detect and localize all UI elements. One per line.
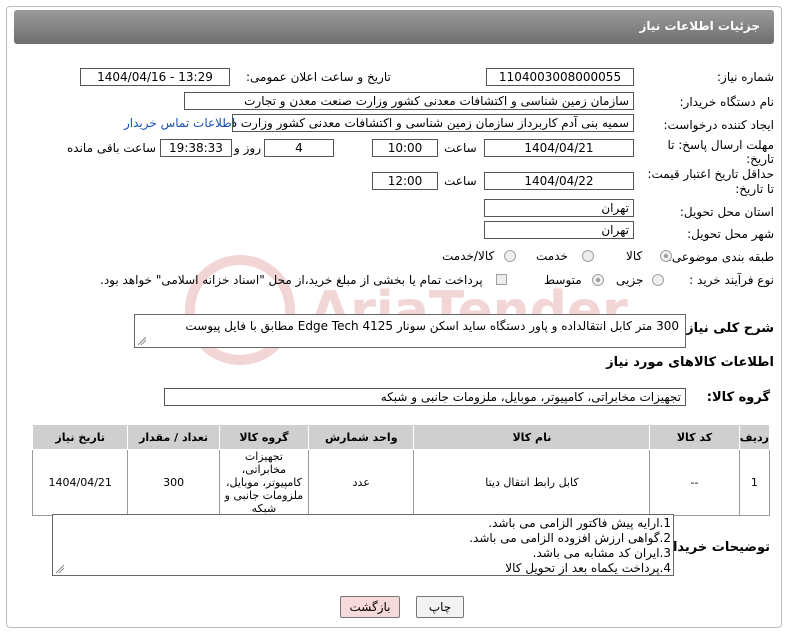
cell-qty: 300 — [127, 449, 220, 516]
table-row: 1 -- کابل رابط انتقال دیتا عدد تجهیزات م… — [31, 449, 771, 516]
description-text: 300 متر کابل انتقالداده و پاور دستگاه سا… — [185, 319, 679, 333]
category-radio-goods-service[interactable] — [504, 250, 516, 262]
description-label: شرح کلی نیاز: — [680, 321, 774, 336]
col-code-header: کد کالا — [649, 424, 740, 450]
price-time-label: ساعت — [444, 174, 477, 188]
process-radio-medium[interactable] — [592, 274, 604, 286]
cell-code: -- — [649, 449, 740, 516]
need-number-label: شماره نیاز: — [717, 70, 774, 84]
print-button[interactable]: چاپ — [416, 596, 464, 618]
requester-label: ایجاد کننده درخواست: — [663, 118, 774, 132]
cell-unit: عدد — [308, 449, 415, 516]
deadline-date-field: 1404/04/21 — [484, 139, 634, 157]
price-validity-label-line2: تا تاریخ: — [735, 182, 774, 196]
treasury-checkbox[interactable] — [496, 274, 507, 285]
buyer-org-label: نام دستگاه خریدار: — [679, 95, 775, 109]
goods-section-heading: اطلاعات کالاهای مورد نیاز — [606, 355, 774, 370]
buyer-note-line: 4.پرداخت یکماه بعد از تحویل کالا — [505, 561, 671, 575]
resize-handle-icon[interactable] — [56, 565, 64, 573]
page-title: جزئیات اطلاعات نیاز — [639, 19, 760, 33]
goods-group-label: گروه کالا: — [706, 390, 770, 405]
buyer-note-line: 1.ارایه پیش فاکتور الزامی می باشد. — [488, 516, 671, 530]
days-label: روز و — [234, 141, 261, 155]
category-radio-service[interactable] — [582, 250, 594, 262]
table-header-row: ردیف کد کالا نام کالا واحد شمارش گروه کا… — [31, 424, 771, 450]
category-option-service: خدمت — [536, 249, 568, 263]
title-bar: جزئیات اطلاعات نیاز — [14, 10, 774, 44]
deadline-label-line2: تاریخ: — [746, 152, 774, 166]
city-field: تهران — [484, 221, 634, 239]
category-radio-goods[interactable] — [660, 250, 672, 262]
requester-field: سمیه بنی آدم کاربرداز سازمان زمین شناسی … — [232, 114, 634, 132]
deadline-time-label: ساعت — [444, 141, 477, 155]
cell-row: 1 — [738, 449, 771, 516]
province-field: تهران — [484, 199, 634, 217]
back-button[interactable]: بازگشت — [340, 596, 400, 618]
category-option-goods-service: کالا/خدمت — [442, 249, 495, 263]
goods-group-field: تجهیزات مخابراتی، کامپیوتر، موبایل، ملزو… — [164, 388, 686, 406]
col-row-header: ردیف — [738, 424, 771, 450]
price-date-field: 1404/04/22 — [484, 172, 634, 190]
buyer-org-field: سازمان زمین شناسی و اکتشافات معدنی کشور … — [184, 92, 634, 110]
buyer-notes-label: توضیحات خریدار: — [660, 540, 770, 555]
cell-group: تجهیزات مخابراتی، کامپیوتر، موبایل، ملزو… — [218, 449, 310, 516]
remaining-label: ساعت باقی مانده — [67, 141, 157, 155]
price-time-field: 12:00 — [372, 172, 438, 190]
col-group-header: گروه کالا — [218, 424, 310, 450]
buyer-notes-textarea[interactable]: 1.ارایه پیش فاکتور الزامی می باشد. 2.گوا… — [52, 514, 674, 576]
payment-note: پرداخت تمام یا بخشی از مبلغ خرید،از محل … — [100, 273, 483, 287]
announce-label: تاریخ و ساعت اعلان عمومی: — [246, 70, 391, 84]
need-number-field: 1104003008000055 — [486, 68, 634, 86]
buyer-notes-lines: 1.ارایه پیش فاکتور الزامی می باشد. 2.گوا… — [469, 516, 671, 576]
province-label: استان محل تحویل: — [679, 205, 774, 219]
buyer-note-line: 2.گواهی ارزش افزوده الزامی می باشد. — [469, 531, 671, 545]
resize-handle-icon[interactable] — [138, 337, 146, 345]
process-option-minor: جزیی — [616, 273, 644, 287]
cell-name: کابل رابط انتقال دیتا — [413, 449, 651, 516]
deadline-time-field: 10:00 — [372, 139, 438, 157]
goods-table: ردیف کد کالا نام کالا واحد شمارش گروه کا… — [31, 424, 771, 516]
days-field: 4 — [264, 139, 334, 157]
col-date-header: تاریخ نیاز — [31, 424, 129, 450]
announce-field: 1404/04/16 - 13:29 — [80, 68, 230, 86]
category-option-goods: کالا — [626, 249, 643, 263]
process-radio-minor[interactable] — [652, 274, 664, 286]
remaining-time-field: 19:38:33 — [160, 139, 232, 157]
col-name-header: نام کالا — [413, 424, 651, 450]
col-qty-header: تعداد / مقدار — [127, 424, 220, 450]
contact-info-link[interactable]: اطلاعات تماس خریدار — [124, 116, 235, 130]
category-label: طبقه بندی موضوعی: — [667, 250, 774, 264]
process-option-medium: متوسط — [544, 273, 582, 287]
description-textarea[interactable]: 300 متر کابل انتقالداده و پاور دستگاه سا… — [134, 314, 686, 348]
deadline-label-line1: مهلت ارسال پاسخ: تا — [667, 138, 774, 152]
process-label: نوع فرآیند خرید : — [689, 273, 774, 287]
city-label: شهر محل تحویل: — [687, 227, 774, 241]
col-unit-header: واحد شمارش — [308, 424, 415, 450]
price-validity-label-line1: حداقل تاریخ اعتبار قیمت: — [647, 167, 774, 181]
cell-date: 1404/04/21 — [31, 449, 129, 516]
buyer-note-line: 3.ایران کد مشابه می باشد. — [532, 546, 671, 560]
